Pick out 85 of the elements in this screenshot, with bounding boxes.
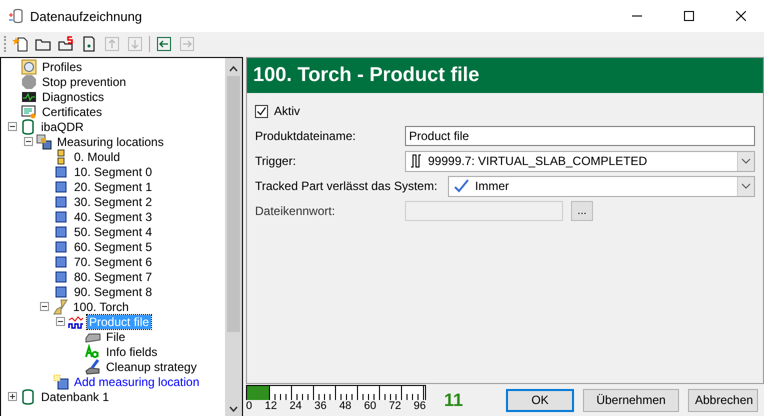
tree-item[interactable]: Cleanup strategy	[104, 360, 199, 374]
tree-item[interactable]: File	[104, 330, 128, 344]
segment-square-icon	[53, 178, 69, 194]
field-label: Trigger:	[255, 154, 297, 168]
segment-square-icon	[53, 268, 69, 284]
expander-toggle[interactable]	[24, 137, 33, 146]
tick-label: 12	[264, 400, 277, 412]
dialog-button[interactable]: OK	[506, 388, 574, 412]
app-icon	[8, 8, 24, 24]
tick-label: 36	[314, 400, 327, 412]
signal-wave-icon	[68, 314, 84, 330]
expander-toggle[interactable]	[8, 392, 17, 401]
toolbar-button[interactable]	[11, 34, 29, 52]
maximize-icon	[684, 11, 694, 21]
tick-label: 24	[290, 400, 302, 412]
checkbox-label: Aktiv	[274, 104, 300, 118]
database-icon	[20, 388, 36, 404]
tree-item[interactable]: 10. Segment 0	[72, 164, 154, 178]
checkmark-icon	[453, 178, 469, 194]
tree-item[interactable]: Stop prevention	[40, 74, 128, 88]
checkmark-icon	[256, 106, 267, 116]
tree-item[interactable]: 90. Segment 8	[72, 284, 154, 298]
stop-sign-icon	[21, 74, 37, 90]
database-icon	[20, 118, 36, 134]
tree-item[interactable]: 50. Segment 4	[72, 224, 154, 238]
tree-item[interactable]: 40. Segment 3	[72, 210, 154, 224]
tick-label: 0	[246, 400, 252, 412]
certificate-icon	[21, 104, 37, 120]
tree-item[interactable]: 20. Segment 1	[72, 180, 154, 194]
segment-square-icon	[53, 194, 69, 210]
tree-item[interactable]: Profiles	[40, 60, 84, 74]
save-icon	[81, 36, 97, 52]
scrollbar[interactable]	[225, 58, 242, 416]
chevron-down-icon	[741, 158, 751, 164]
tree-item[interactable]: ibaQDR	[39, 120, 86, 134]
window-title: Datenaufzeichnung	[30, 8, 144, 24]
field-label: Dateikennwort:	[255, 204, 336, 218]
dialog-button[interactable]: Abbrechen	[688, 388, 758, 412]
broom-icon	[85, 358, 101, 374]
add-square-icon	[53, 374, 69, 390]
tree-item[interactable]: Measuring locations	[55, 134, 166, 148]
segment-square-icon	[53, 208, 69, 224]
tree-item[interactable]: 80. Segment 7	[72, 270, 154, 284]
toolbar-button[interactable]	[57, 34, 75, 52]
tick-label: 48	[339, 400, 352, 412]
checkbox[interactable]	[255, 104, 268, 118]
dialog-button[interactable]: Übernehmen	[583, 388, 679, 412]
segment-square-icon	[53, 284, 69, 300]
meter-reading: 11	[444, 390, 464, 410]
expander-toggle[interactable]	[56, 317, 65, 326]
input-field[interactable]: Product file	[405, 126, 755, 146]
tree-item[interactable]: Datenbank 1	[39, 390, 112, 404]
segment-square-icon	[53, 224, 69, 240]
tree-item[interactable]: 30. Segment 2	[72, 194, 154, 208]
dropdown[interactable]: 99999.7: VIRTUAL_SLAB_COMPLETED	[405, 150, 755, 172]
new-document-icon	[12, 36, 28, 52]
expander-toggle[interactable]	[8, 122, 17, 131]
field-label: Tracked Part verlässt das System:	[255, 179, 438, 193]
tree-item[interactable]: 0. Mould	[72, 150, 122, 164]
expander-toggle[interactable]	[40, 302, 49, 311]
dropdown[interactable]: Immer	[448, 176, 755, 196]
segment-square-icon	[53, 164, 69, 180]
tree-item[interactable]: 100. Torch	[71, 300, 131, 314]
folder-icon	[58, 36, 74, 52]
pulse-icon	[410, 153, 422, 169]
toolbar-button[interactable]	[155, 34, 173, 52]
tree-item[interactable]: Diagnostics	[40, 90, 106, 104]
field-label: Produktdateiname:	[255, 129, 357, 143]
clock-icon	[21, 58, 37, 74]
stacked-squares-icon	[36, 134, 52, 150]
segment-square-icon	[53, 238, 69, 254]
tick-label: 96	[414, 400, 426, 412]
segment-square-icon	[53, 254, 69, 270]
torch-icon	[52, 298, 68, 314]
tree-item[interactable]: Add measuring location	[72, 374, 202, 388]
font-icon	[85, 344, 101, 360]
chevron-down-icon	[741, 183, 751, 189]
tree-item[interactable]: 60. Segment 5	[72, 240, 154, 254]
tree-item[interactable]: 70. Segment 6	[72, 254, 154, 268]
panel-header: 100. Torch - Product file	[247, 58, 763, 93]
tick-label: 60	[364, 400, 376, 412]
tick-label: 72	[388, 400, 402, 412]
tree-item[interactable]: Certificates	[40, 104, 104, 118]
tree-item[interactable]: Info fields	[104, 344, 160, 358]
close-icon	[736, 11, 746, 21]
